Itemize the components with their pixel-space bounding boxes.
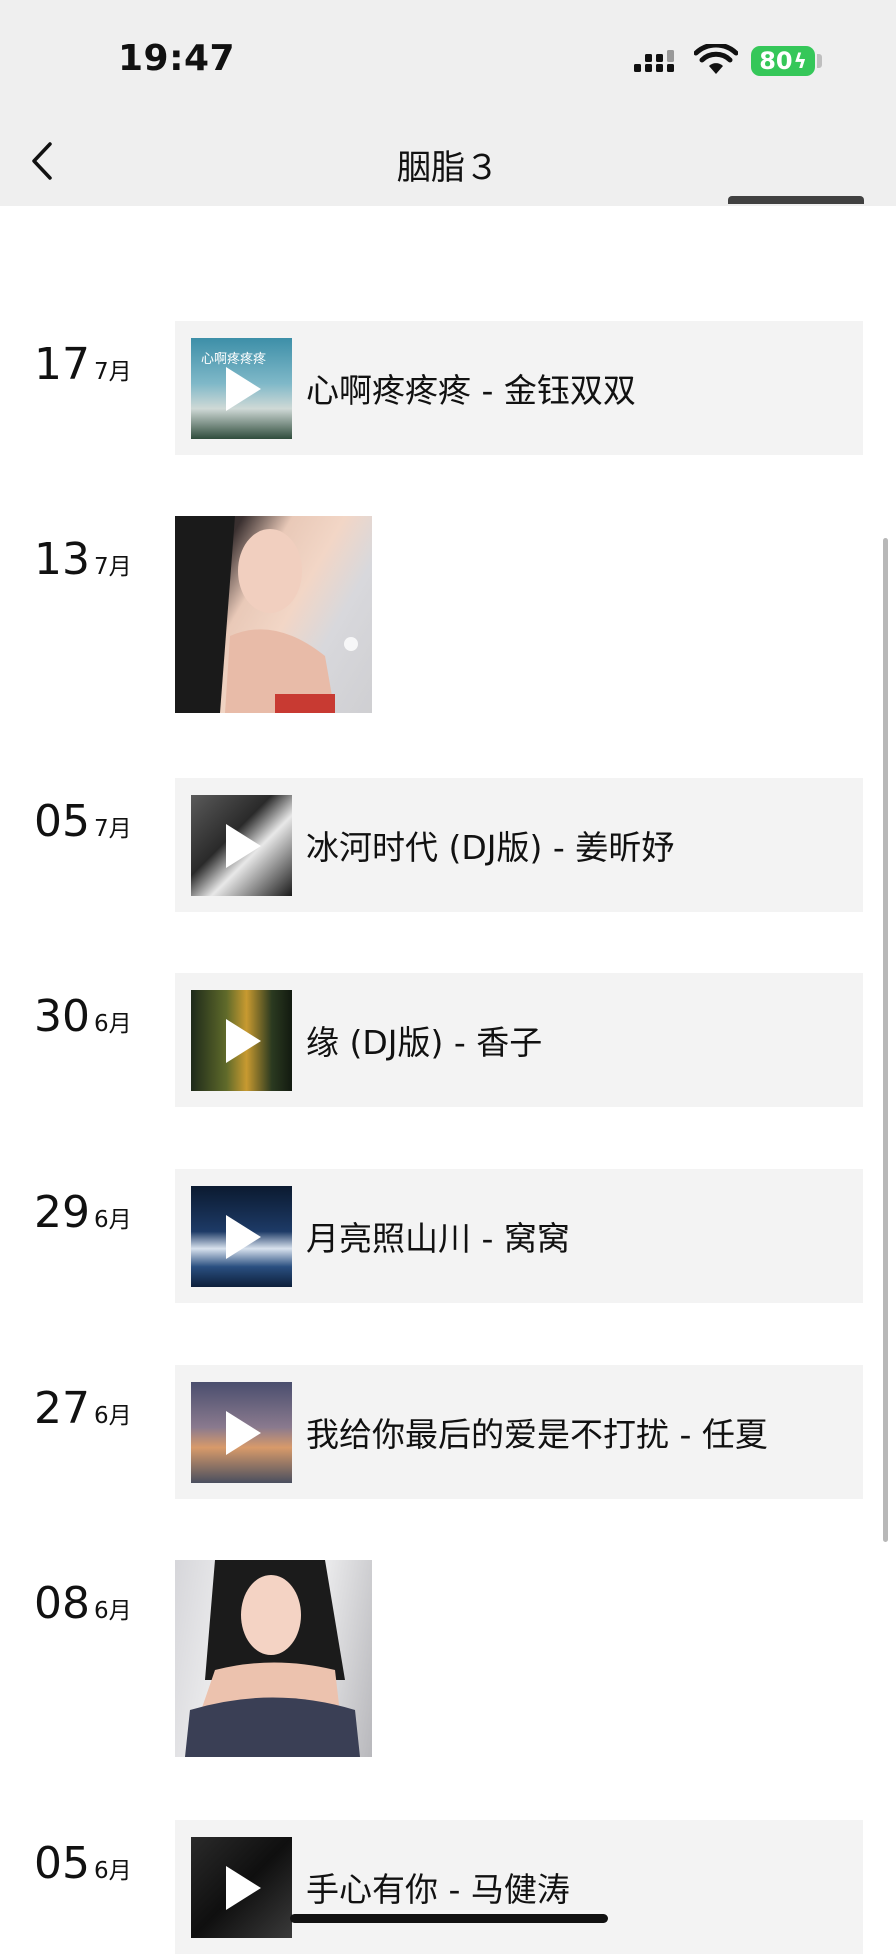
play-icon — [226, 1214, 261, 1259]
post-date: 05 7月 — [34, 796, 132, 847]
post-month: 6月 — [94, 1207, 132, 1233]
post-month: 6月 — [94, 1011, 132, 1037]
post-day: 13 — [34, 534, 90, 585]
header-decoration — [728, 196, 864, 204]
song-title: 手心有你 - 马健涛 — [306, 1870, 570, 1909]
battery-tip — [817, 54, 822, 68]
post-day: 30 — [34, 991, 90, 1042]
post-month: 6月 — [94, 1403, 132, 1429]
play-icon — [226, 366, 261, 411]
post-day: 05 — [34, 1838, 90, 1889]
photo-thumbnail[interactable] — [175, 516, 372, 713]
post-date: 13 7月 — [34, 534, 132, 585]
play-icon — [226, 1865, 261, 1910]
album-cover[interactable] — [191, 1185, 292, 1287]
post-date: 05 6月 — [34, 1838, 132, 1889]
post-month: 6月 — [94, 1858, 132, 1884]
music-card[interactable]: 手心有你 - 马健涛 — [175, 1820, 863, 1954]
battery-indicator: 80 ϟ — [751, 46, 815, 76]
charging-icon: ϟ — [793, 49, 807, 73]
album-cover[interactable]: 心啊疼疼疼 — [191, 337, 292, 439]
photo-portrait — [175, 516, 358, 713]
cover-title: 心啊疼疼疼 — [201, 351, 267, 367]
battery-level: 80 — [759, 47, 793, 75]
post-month: 7月 — [94, 554, 132, 580]
photo-thumbnail[interactable] — [175, 1560, 372, 1757]
play-icon — [226, 823, 261, 868]
play-icon — [226, 1410, 261, 1455]
album-cover[interactable] — [191, 1381, 292, 1483]
post-month: 6月 — [94, 1598, 132, 1624]
song-title: 心啊疼疼疼 - 金钰双双 — [306, 371, 636, 410]
music-card[interactable]: 缘 (DJ版) - 香子 — [175, 973, 863, 1107]
music-card[interactable]: 我给你最后的爱是不打扰 - 任夏 — [175, 1365, 863, 1499]
music-card[interactable]: 冰河时代 (DJ版) - 姜昕妤 — [175, 778, 863, 912]
status-bar: 19:47 80 ϟ — [0, 0, 896, 120]
post-day: 17 — [34, 339, 90, 390]
album-cover[interactable] — [191, 989, 292, 1091]
post-date: 17 7月 — [34, 339, 132, 390]
post-date: 30 6月 — [34, 991, 132, 1042]
page-title: 胭脂３ — [397, 148, 499, 188]
post-day: 05 — [34, 796, 90, 847]
post-day: 27 — [34, 1383, 90, 1434]
song-title: 缘 (DJ版) - 香子 — [306, 1023, 543, 1062]
song-title: 月亮照山川 - 窝窝 — [306, 1219, 570, 1258]
song-title: 冰河时代 (DJ版) - 姜昕妤 — [306, 828, 675, 867]
navigation-bar: 胭脂３ — [0, 120, 896, 206]
post-day: 08 — [34, 1578, 90, 1629]
album-cover[interactable] — [191, 794, 292, 896]
album-cover[interactable] — [191, 1836, 292, 1938]
status-time: 19:47 — [118, 38, 236, 79]
play-icon — [226, 1018, 261, 1063]
music-card[interactable]: 月亮照山川 - 窝窝 — [175, 1169, 863, 1303]
music-card[interactable]: 心啊疼疼疼 心啊疼疼疼 - 金钰双双 — [175, 321, 863, 455]
post-month: 7月 — [94, 359, 132, 385]
post-month: 7月 — [94, 816, 132, 842]
cellular-signal-icon — [634, 50, 674, 72]
post-date: 29 6月 — [34, 1187, 132, 1238]
home-indicator[interactable] — [290, 1914, 608, 1923]
post-day: 29 — [34, 1187, 90, 1238]
scrollbar[interactable] — [883, 538, 888, 1542]
post-date: 27 6月 — [34, 1383, 132, 1434]
post-date: 08 6月 — [34, 1578, 132, 1629]
photo-portrait — [185, 1560, 360, 1757]
wifi-icon — [694, 44, 738, 74]
song-title: 我给你最后的爱是不打扰 - 任夏 — [306, 1415, 768, 1454]
